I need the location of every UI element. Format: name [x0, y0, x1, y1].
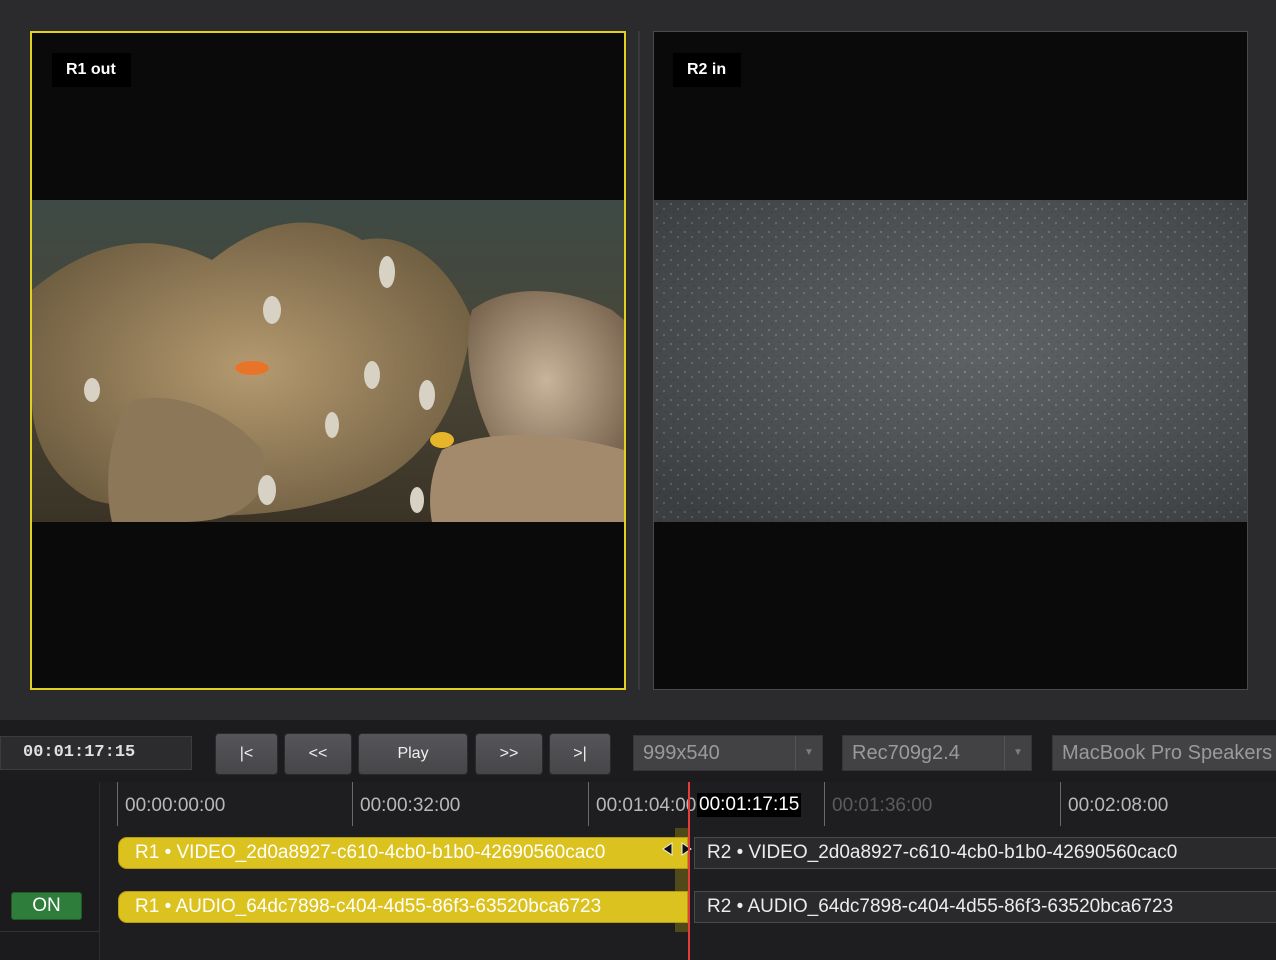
viewer-r1-out[interactable]: R1 out: [30, 31, 626, 690]
viewer-r2-in[interactable]: R2 in: [653, 31, 1248, 690]
track-header-divider: [0, 931, 99, 932]
audio-output-select[interactable]: MacBook Pro Speakers: [1052, 735, 1276, 771]
ruler-tick: [824, 782, 825, 826]
play-button[interactable]: Play: [358, 733, 468, 775]
playhead[interactable]: [688, 782, 690, 960]
rewind-button[interactable]: <<: [284, 733, 352, 775]
ruler-tick-label: 00:01:36:00: [832, 795, 933, 816]
chevron-down-icon: ▼: [795, 736, 822, 770]
ruler-tick: [117, 782, 118, 826]
r1-out-video-frame: [32, 200, 624, 522]
fast-forward-button[interactable]: >>: [475, 733, 543, 775]
audio-output-value: MacBook Pro Speakers: [1062, 742, 1273, 764]
resolution-value: 999x540: [643, 742, 720, 764]
track-on-toggle[interactable]: ON: [11, 892, 82, 920]
ruler-tick: [588, 782, 589, 826]
ruler-tick: [352, 782, 353, 826]
ruler-tick-label: 00:00:00:00: [125, 795, 226, 816]
transport-bar: 00:01:17:15 |< << Play >> >| 999x540 ▼ R…: [0, 720, 1276, 782]
ruler-tick-label: 00:02:08:00: [1068, 795, 1169, 816]
clip-r1-video[interactable]: R1 • VIDEO_2d0a8927-c610-4cb0-b1b0-42690…: [118, 837, 688, 869]
current-timecode[interactable]: 00:01:17:15: [0, 736, 192, 770]
clip-r2-video[interactable]: R2 • VIDEO_2d0a8927-c610-4cb0-b1b0-42690…: [694, 837, 1276, 869]
r2-in-video-frame: [654, 200, 1247, 522]
viewer-label-r1-out: R1 out: [52, 53, 131, 87]
ruler-tick-label: 00:01:04:00: [596, 795, 697, 816]
color-space-select[interactable]: Rec709g2.4 ▼: [842, 735, 1032, 771]
chevron-down-icon: ▼: [1004, 736, 1031, 770]
color-space-value: Rec709g2.4: [852, 742, 960, 764]
ruler-tick-label: 00:00:32:00: [360, 795, 461, 816]
ruler-tick: [1060, 782, 1061, 826]
coral-reef-image: [32, 200, 624, 522]
timeline[interactable]: ON 00:00:00:00 00:00:32:00 00:01:04:00 0…: [0, 782, 1276, 960]
viewer-area: R1 out R2 in: [0, 0, 1276, 720]
clip-r2-audio[interactable]: R2 • AUDIO_64dc7898-c404-4d55-86f3-63520…: [694, 891, 1276, 923]
clip-r1-audio[interactable]: R1 • AUDIO_64dc7898-c404-4d55-86f3-63520…: [118, 891, 688, 923]
viewer-label-r2-in: R2 in: [673, 53, 742, 87]
go-to-start-button[interactable]: |<: [215, 733, 278, 775]
playhead-timecode: 00:01:17:15: [697, 793, 802, 817]
viewer-divider[interactable]: [638, 31, 640, 690]
go-to-end-button[interactable]: >|: [549, 733, 611, 775]
resolution-select[interactable]: 999x540 ▼: [633, 735, 823, 771]
track-header: ON: [0, 782, 100, 960]
sandy-seabed-image: [654, 200, 1247, 522]
